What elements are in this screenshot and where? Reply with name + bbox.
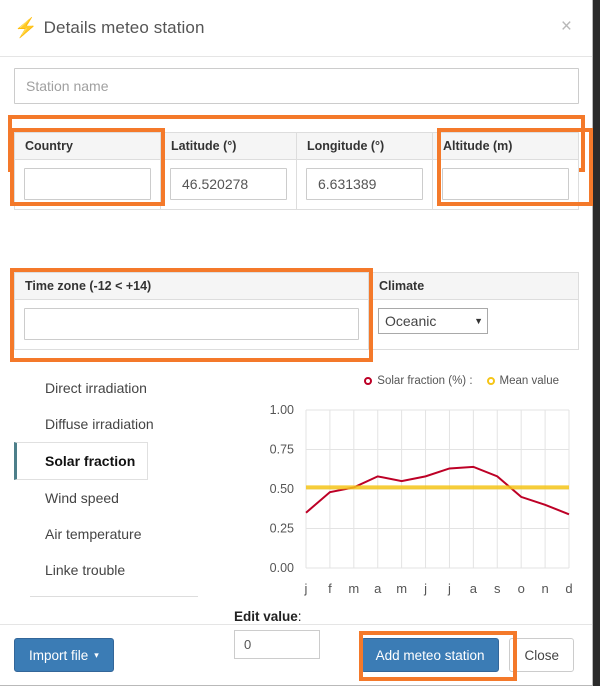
- chart-legend: Solar fraction (%) : Mean value: [228, 372, 573, 390]
- tab-solar-fraction[interactable]: Solar fraction: [14, 442, 148, 480]
- svg-text:a: a: [470, 581, 478, 596]
- station-name-input[interactable]: [14, 68, 579, 104]
- field-panel-country: Country: [14, 132, 161, 210]
- chevron-down-icon: ▾: [94, 649, 99, 660]
- tab-wind-speed[interactable]: Wind speed: [14, 480, 210, 516]
- field-panel-longitude: Longitude (°): [297, 132, 433, 210]
- circle-marker-icon: [364, 377, 373, 385]
- svg-text:j: j: [447, 581, 451, 596]
- tabs-divider: [30, 596, 198, 597]
- edit-value-label-text: Edit value: [234, 609, 298, 624]
- field-label-timezone: Time zone (-12 < +14): [15, 273, 368, 300]
- dialog-body: Country Latitude (°) Longitude (°) Altit…: [0, 57, 593, 659]
- tab-direct-irradiation[interactable]: Direct irradiation: [14, 370, 210, 406]
- legend-label-mean: Mean value: [499, 375, 559, 387]
- svg-text:j: j: [304, 581, 308, 596]
- latitude-input[interactable]: [170, 168, 287, 200]
- svg-text:0.25: 0.25: [270, 522, 294, 536]
- tab-air-temperature[interactable]: Air temperature: [14, 516, 210, 552]
- svg-text:m: m: [396, 581, 407, 596]
- field-panel-latitude: Latitude (°): [161, 132, 297, 210]
- svg-text:d: d: [565, 581, 572, 596]
- close-button[interactable]: Close: [509, 638, 574, 672]
- close-icon[interactable]: ×: [557, 15, 576, 38]
- svg-text:s: s: [494, 581, 501, 596]
- dialog-footer: Import file ▾ Add meteo station Close: [0, 624, 592, 685]
- svg-text:1.00: 1.00: [270, 404, 294, 417]
- tab-diffuse-irradiation[interactable]: Diffuse irradiation: [14, 406, 210, 442]
- climate-selected-value: Oceanic: [385, 313, 437, 329]
- field-label-longitude: Longitude (°): [297, 133, 432, 160]
- details-meteo-station-dialog: ⚡ Details meteo station × Country Latitu…: [0, 0, 593, 686]
- location-fields: Country Latitude (°) Longitude (°) Altit…: [14, 132, 579, 210]
- field-label-altitude: Altitude (m): [433, 133, 578, 160]
- station-name-row: [14, 68, 579, 118]
- add-meteo-station-button[interactable]: Add meteo station: [360, 638, 500, 672]
- svg-text:f: f: [328, 581, 332, 596]
- longitude-input[interactable]: [306, 168, 423, 200]
- field-panel-timezone: Time zone (-12 < +14): [14, 272, 369, 350]
- svg-text:0.75: 0.75: [270, 443, 294, 457]
- solar-fraction-chart: Solar fraction (%) : Mean value 0.00 0.25…: [228, 372, 573, 614]
- import-file-label: Import file: [29, 647, 89, 663]
- timezone-input[interactable]: [24, 308, 359, 340]
- bolt-icon: ⚡: [14, 17, 38, 39]
- circle-marker-icon: [486, 377, 495, 385]
- field-label-country: Country: [15, 133, 160, 160]
- field-panel-altitude: Altitude (m): [433, 132, 579, 210]
- legend-item-mean: Mean value: [486, 375, 559, 387]
- svg-text:n: n: [541, 581, 548, 596]
- altitude-input[interactable]: [442, 168, 569, 200]
- dialog-header: ⚡ Details meteo station ×: [0, 0, 592, 57]
- chevron-down-icon: ▼: [474, 316, 483, 326]
- measurement-tabs: Direct irradiation Diffuse irradiation S…: [14, 370, 210, 597]
- climate-select[interactable]: Oceanic ▼: [378, 308, 488, 334]
- svg-text:0.50: 0.50: [270, 482, 294, 496]
- import-file-button[interactable]: Import file ▾: [14, 638, 114, 672]
- svg-text:j: j: [423, 581, 427, 596]
- field-label-latitude: Latitude (°): [161, 133, 296, 160]
- svg-text:0.00: 0.00: [270, 561, 294, 575]
- tab-linke-trouble[interactable]: Linke trouble: [14, 552, 210, 588]
- svg-text:a: a: [374, 581, 382, 596]
- country-input[interactable]: [24, 168, 151, 200]
- chart-plot-area: 0.000.250.500.751.00j f m a m j j a s o n d: [270, 403, 573, 596]
- edit-value-colon: :: [297, 609, 302, 624]
- field-panel-climate: Climate Oceanic ▼: [369, 272, 579, 350]
- svg-text:m: m: [348, 581, 359, 596]
- field-label-climate: Climate: [369, 273, 578, 300]
- dialog-title: Details meteo station: [43, 18, 205, 37]
- timezone-climate-row: Time zone (-12 < +14) Climate Oceanic ▼: [14, 272, 579, 350]
- svg-text:o: o: [518, 581, 525, 596]
- legend-label-series: Solar fraction (%) :: [377, 375, 473, 387]
- legend-item-series: Solar fraction (%) :: [364, 375, 473, 387]
- footer-actions: Add meteo station Close: [360, 638, 574, 672]
- edit-value-label: Edit value:: [234, 609, 320, 624]
